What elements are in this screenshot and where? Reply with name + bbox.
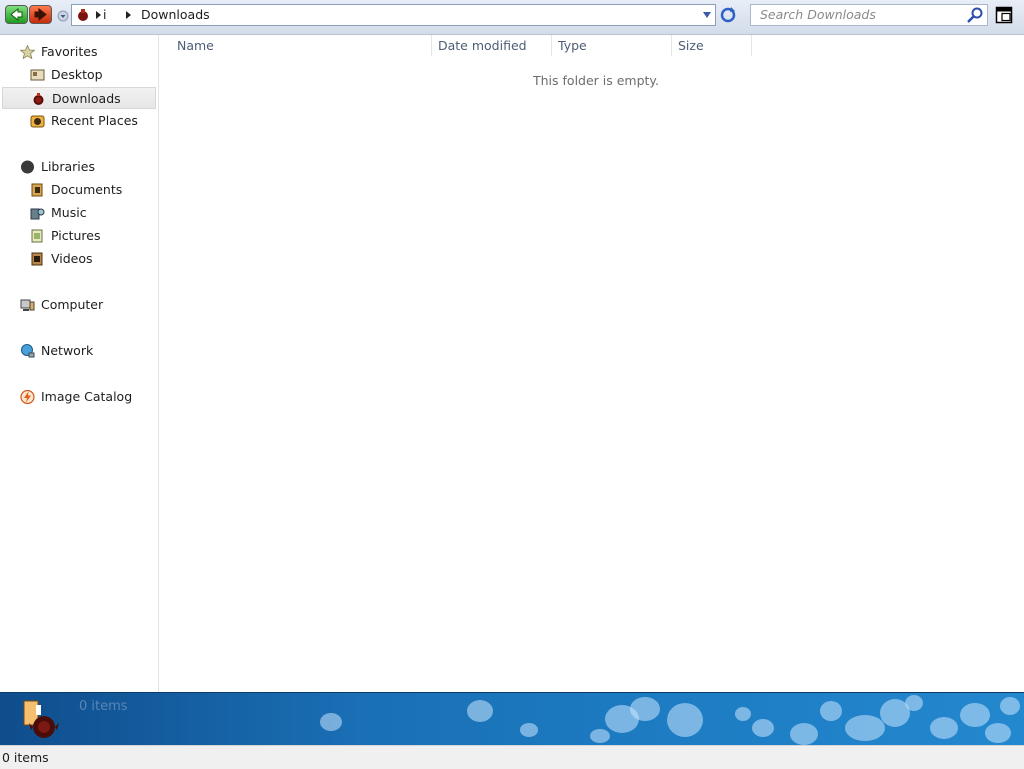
decorative-bubble (630, 697, 660, 721)
sidebar-item-label: Videos (51, 251, 93, 266)
decorative-bubble (820, 701, 842, 721)
sidebar-item-favorites[interactable]: Favorites (2, 41, 156, 63)
search-placeholder: Search Downloads (760, 7, 876, 22)
decorative-bubble (845, 715, 885, 741)
downloads-icon (33, 93, 44, 105)
forward-button[interactable] (29, 5, 52, 24)
sidebar-item-videos[interactable]: Videos (2, 248, 156, 270)
address-bar[interactable]: i Downloads (71, 4, 716, 26)
decorative-bubble (1000, 697, 1020, 715)
breadcrumb-item-downloads[interactable]: Downloads (141, 6, 210, 24)
sidebar-item-label: Music (51, 205, 87, 220)
file-list[interactable]: Name Date modified Type Size This folder… (159, 35, 1024, 692)
search-input[interactable]: Search Downloads (750, 4, 988, 26)
status-item-count: 0 items (2, 750, 49, 765)
sidebar-item-image-catalog[interactable]: Image Catalog (2, 386, 156, 408)
decorative-bubble (960, 703, 990, 727)
details-item-count: 0 items (79, 699, 128, 714)
breadcrumb-separator-icon[interactable] (126, 11, 131, 19)
sidebar-item-documents[interactable]: Documents (2, 179, 156, 201)
sidebar-item-pictures[interactable]: Pictures (2, 225, 156, 247)
pictures-icon (31, 229, 43, 243)
column-header-name[interactable]: Name (159, 35, 432, 56)
back-button[interactable] (5, 5, 28, 24)
sidebar-item-label: Pictures (51, 228, 101, 243)
sidebar-item-music[interactable]: Music (2, 202, 156, 224)
arrow-left-icon (10, 8, 23, 21)
sidebar-item-label: Network (41, 343, 94, 358)
decorative-bubble (735, 707, 751, 721)
empty-folder-message: This folder is empty. (533, 73, 660, 88)
image-catalog-icon (20, 390, 35, 404)
navigation-toolbar: i Downloads Search Downloads (0, 0, 1024, 35)
recent-places-icon (30, 115, 45, 128)
sidebar-item-label: Documents (51, 182, 123, 197)
recent-pages-dropdown-icon[interactable] (57, 10, 69, 22)
details-pane: 0 items (0, 692, 1024, 746)
star-icon (20, 45, 35, 59)
decorative-bubble (320, 713, 342, 731)
address-history-dropdown-icon[interactable] (703, 12, 711, 18)
decorative-bubble (467, 700, 493, 722)
decorative-bubble (985, 723, 1011, 743)
refresh-icon[interactable] (718, 5, 738, 25)
decorative-bubble (667, 703, 703, 737)
sidebar-item-computer[interactable]: Computer (2, 294, 156, 316)
arrow-right-icon (34, 8, 47, 21)
status-bar: 0 items (0, 745, 1024, 769)
network-icon (21, 344, 35, 358)
sidebar-item-recent-places[interactable]: Recent Places (2, 110, 156, 132)
documents-icon (31, 183, 43, 197)
breadcrumb-separator-icon[interactable] (96, 11, 101, 19)
column-header-label: Name (177, 38, 214, 53)
sidebar-item-libraries[interactable]: Libraries (2, 156, 156, 178)
sidebar-item-label: Image Catalog (41, 389, 133, 404)
navigation-pane: Favorites Desktop Downloads Recent Place… (0, 35, 159, 692)
search-icon[interactable] (965, 6, 985, 24)
sidebar-item-label: Libraries (41, 159, 95, 174)
sidebar-item-desktop[interactable]: Desktop (2, 64, 156, 86)
column-header-size[interactable]: Size (672, 35, 752, 56)
sidebar-item-downloads[interactable]: Downloads (2, 87, 156, 109)
sidebar-item-network[interactable]: Network (2, 340, 156, 362)
music-icon (30, 208, 45, 220)
decorative-bubble (752, 719, 774, 737)
column-header-date-modified[interactable]: Date modified (432, 35, 552, 56)
decorative-bubble (790, 723, 818, 745)
computer-icon (20, 299, 35, 311)
sidebar-item-label: Computer (41, 297, 104, 312)
desktop-icon (30, 69, 45, 81)
downloads-folder-icon (23, 700, 59, 738)
decorative-bubble (905, 695, 923, 711)
sidebar-item-label: Favorites (41, 44, 98, 59)
libraries-icon (21, 160, 34, 174)
column-header-type[interactable]: Type (552, 35, 672, 56)
sidebar-item-label: Desktop (51, 67, 103, 82)
decorative-bubble (930, 717, 958, 739)
layout-pane-icon[interactable] (995, 6, 1013, 24)
sidebar-item-label: Recent Places (51, 113, 138, 128)
downloads-folder-icon (78, 9, 88, 21)
videos-icon (31, 252, 43, 266)
sidebar-item-label: Downloads (52, 91, 121, 106)
decorative-bubble (590, 729, 610, 743)
column-header-label: Type (558, 38, 587, 53)
column-header-label: Size (678, 38, 704, 53)
decorative-bubble (520, 723, 538, 737)
breadcrumb-item-i[interactable]: i (103, 6, 106, 24)
column-header-label: Date modified (438, 38, 527, 53)
